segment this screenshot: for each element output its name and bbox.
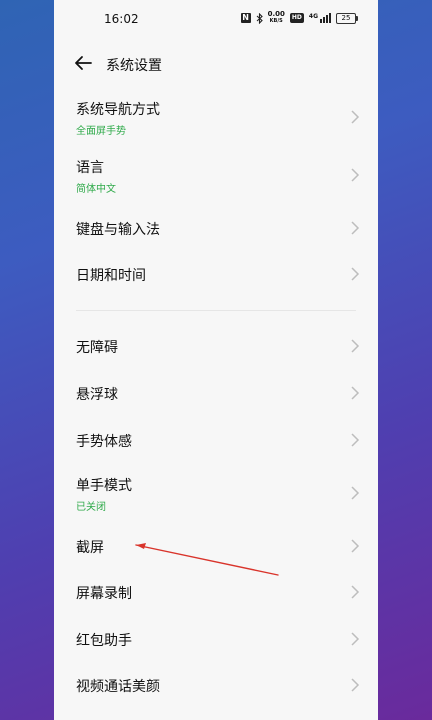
setting-label: 日期和时间: [76, 268, 146, 284]
network-speed-value: 0.00: [267, 10, 285, 18]
phone-screen: 16:02 N 0.00 KB/S HD 4G 25 系统设置 系统导航方式 全…: [54, 0, 378, 720]
setting-language[interactable]: 语言 简体中文: [54, 150, 378, 200]
setting-one-hand-mode[interactable]: 单手模式 已关闭: [54, 468, 378, 518]
setting-date-time[interactable]: 日期和时间: [54, 254, 378, 294]
nfc-icon: N: [240, 13, 251, 23]
arrow-left-icon[interactable]: [72, 52, 94, 74]
battery-icon: 25: [336, 12, 358, 24]
setting-gestures-motion[interactable]: 手势体感: [54, 420, 378, 460]
setting-sublabel: 全面屏手势: [76, 126, 126, 137]
bluetooth-icon: [256, 12, 263, 24]
setting-screen-recording[interactable]: 屏幕录制: [54, 572, 378, 612]
chevron-right-icon: [351, 168, 360, 182]
header: 系统设置: [54, 44, 378, 84]
setting-label: 屏幕录制: [76, 586, 132, 602]
chevron-right-icon: [351, 221, 360, 235]
battery-level: 25: [341, 13, 351, 22]
status-icons: N 0.00 KB/S HD 4G 25: [240, 11, 358, 25]
setting-system-navigation[interactable]: 系统导航方式 全面屏手势: [54, 92, 378, 142]
chevron-right-icon: [351, 539, 360, 553]
page-title: 系统设置: [106, 58, 162, 74]
setting-label: 无障碍: [76, 340, 118, 356]
setting-label: 单手模式: [76, 478, 132, 494]
chevron-right-icon: [351, 678, 360, 692]
status-time: 16:02: [104, 12, 139, 26]
chevron-right-icon: [351, 632, 360, 646]
setting-sublabel: 已关闭: [76, 502, 106, 513]
setting-label: 键盘与输入法: [76, 222, 160, 238]
setting-screenshot[interactable]: 截屏: [54, 526, 378, 566]
setting-floating-ball[interactable]: 悬浮球: [54, 373, 378, 413]
setting-label: 语言: [76, 160, 104, 176]
setting-label: 系统导航方式: [76, 102, 160, 118]
network-speed: 0.00 KB/S: [268, 11, 285, 25]
chevron-right-icon: [351, 339, 360, 353]
section-divider: [76, 310, 356, 311]
hd-icon: HD: [289, 13, 304, 23]
chevron-right-icon: [351, 267, 360, 281]
setting-keyboard-input[interactable]: 键盘与输入法: [54, 208, 378, 248]
chevron-right-icon: [351, 386, 360, 400]
network-speed-unit: KB/S: [269, 18, 283, 24]
setting-red-packet-assistant[interactable]: 红包助手: [54, 619, 378, 659]
signal-icon: 4G: [309, 13, 331, 23]
setting-label: 红包助手: [76, 633, 132, 649]
chevron-right-icon: [351, 433, 360, 447]
chevron-right-icon: [351, 110, 360, 124]
setting-label: 截屏: [76, 540, 104, 556]
chevron-right-icon: [351, 585, 360, 599]
chevron-right-icon: [351, 486, 360, 500]
setting-label: 视频通话美颜: [76, 679, 160, 695]
setting-accessibility[interactable]: 无障碍: [54, 326, 378, 366]
setting-video-call-beauty[interactable]: 视频通话美颜: [54, 665, 378, 705]
setting-label: 悬浮球: [76, 387, 118, 403]
status-bar: 16:02 N 0.00 KB/S HD 4G 25: [54, 0, 378, 40]
setting-sublabel: 简体中文: [76, 184, 116, 195]
network-type: 4G: [308, 13, 318, 20]
setting-label: 手势体感: [76, 434, 132, 450]
